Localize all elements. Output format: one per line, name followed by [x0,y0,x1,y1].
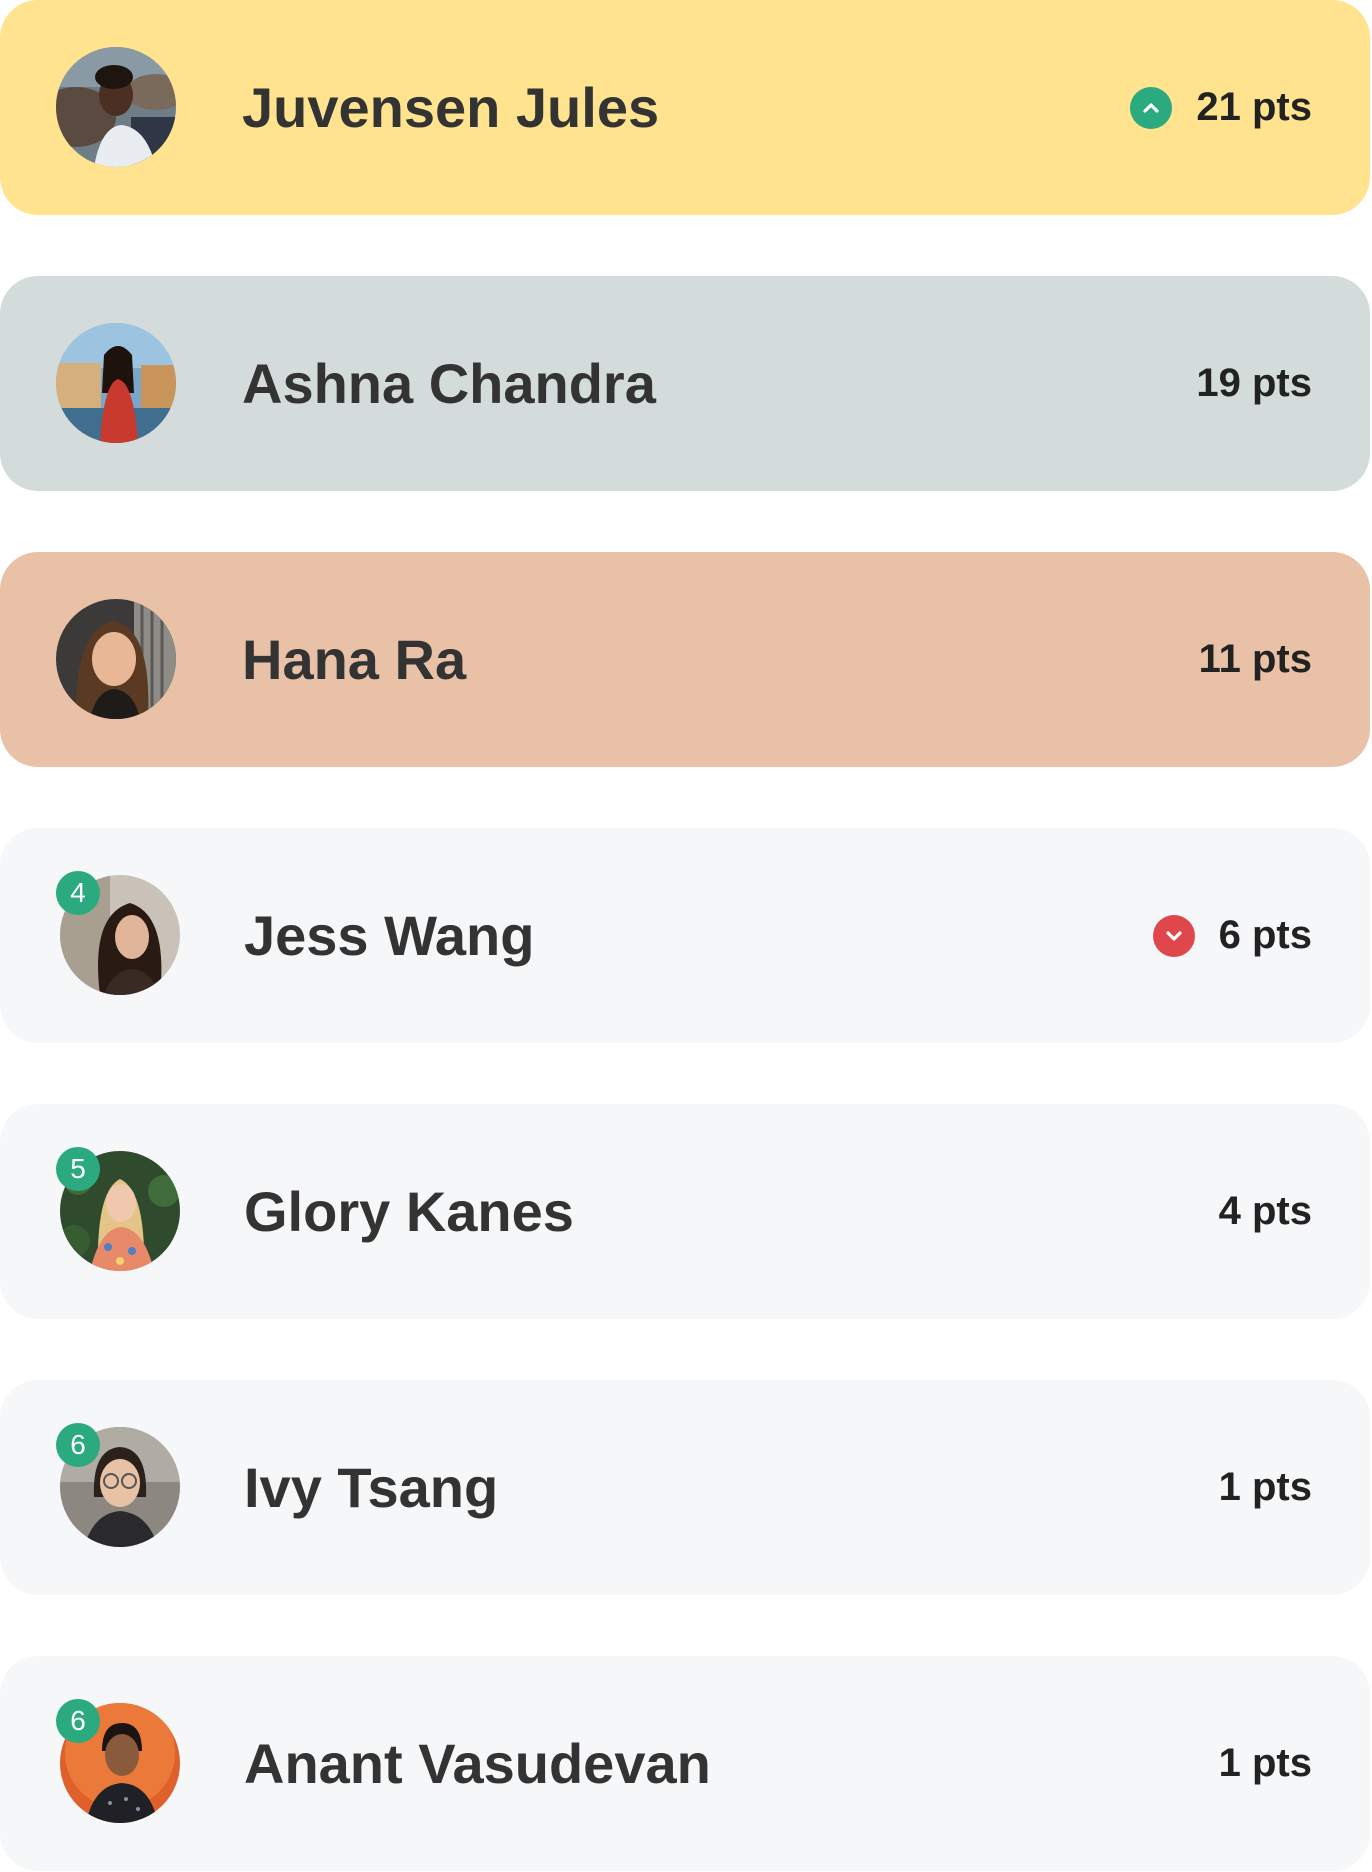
leaderboard-row[interactable]: 6 Ivy Tsang 1 pts [0,1380,1370,1595]
chevron-up-icon [1130,86,1173,129]
leaderboard-row[interactable]: 6 Anant Vasudevan 1 pts [0,1656,1370,1871]
leaderboard-row[interactable]: 4 Jess Wang 6 pts [0,828,1370,1043]
score-group: 1 pts [1219,1656,1312,1871]
player-name: Jess Wang [244,904,535,967]
player-name: Ivy Tsang [244,1456,499,1519]
points-label: 6 pts [1218,913,1312,957]
avatar-wrapper [56,47,176,167]
score-group: 4 pts [1219,1104,1312,1319]
rank-badge: 6 [56,1423,100,1467]
points-label: 1 pts [1218,1465,1312,1509]
leaderboard-row-first-place[interactable]: Juvensen Jules 21 pts [0,0,1370,215]
points-label: 19 pts [1196,361,1312,405]
score-group: 11 pts [1199,552,1312,767]
chevron-down-icon [1152,914,1195,957]
score-group: 21 pts [1130,0,1312,215]
player-name: Glory Kanes [244,1180,574,1243]
points-label: 1 pts [1218,1741,1312,1785]
rank-badge: 4 [56,871,100,915]
player-name: Anant Vasudevan [244,1732,711,1795]
player-name: Hana Ra [242,628,467,691]
avatar [56,599,176,719]
avatar [56,47,176,167]
points-label: 21 pts [1196,85,1312,129]
rank-badge: 5 [56,1147,100,1191]
player-name: Juvensen Jules [242,76,660,139]
avatar-wrapper [56,323,176,443]
avatar-wrapper [56,599,176,719]
leaderboard-row-third-place[interactable]: Hana Ra 11 pts [0,552,1370,767]
score-group: 1 pts [1219,1380,1312,1595]
points-label: 11 pts [1198,637,1312,681]
leaderboard-row[interactable]: 5 Glory Kanes 4 pts [0,1104,1370,1319]
player-name: Ashna Chandra [242,352,656,415]
leaderboard-list: Juvensen Jules 21 pts Ashna Chandra 19 p… [0,0,1372,1872]
rank-badge: 6 [56,1699,100,1743]
score-group: 19 pts [1196,276,1312,491]
points-label: 4 pts [1218,1189,1312,1233]
leaderboard-row-second-place[interactable]: Ashna Chandra 19 pts [0,276,1370,491]
score-group: 6 pts [1152,828,1312,1043]
avatar [56,323,176,443]
